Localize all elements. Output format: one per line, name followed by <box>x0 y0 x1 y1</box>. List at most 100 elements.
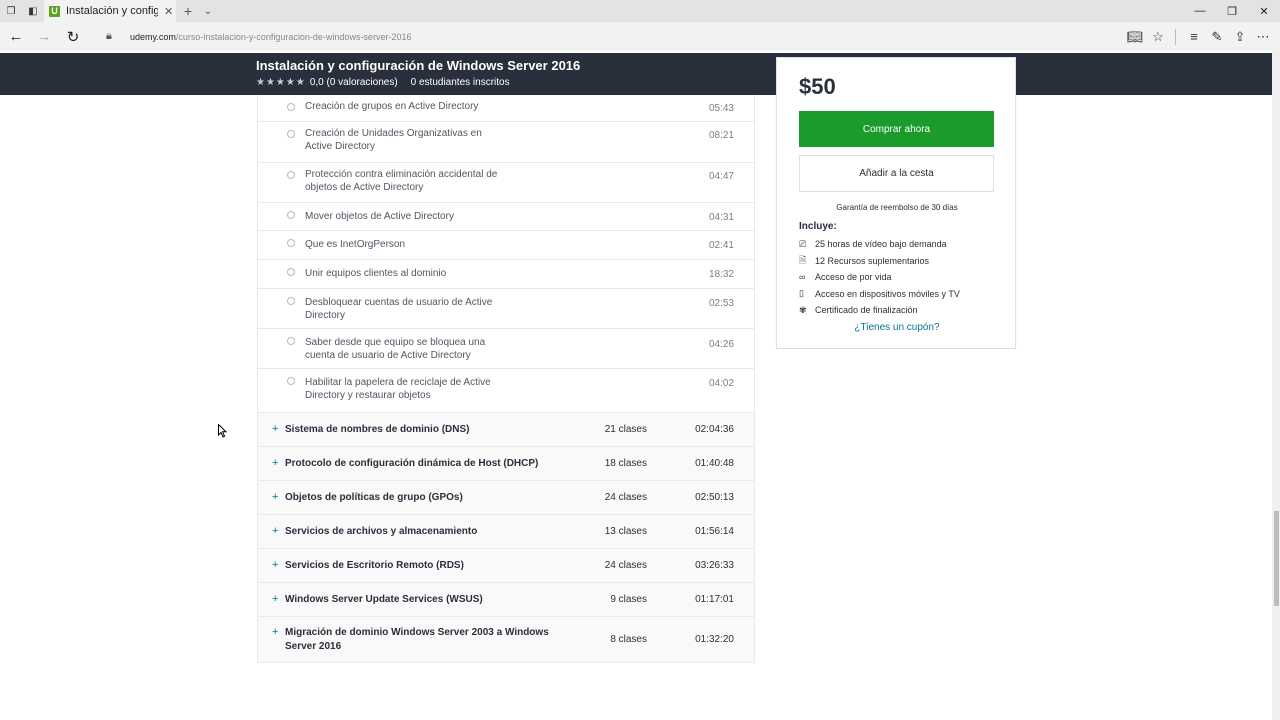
lecture-title: Desbloquear cuentas de usuario de Active… <box>305 297 493 321</box>
section-title: Sistema de nombres de dominio (DNS) <box>285 424 470 435</box>
forward-button[interactable]: → <box>30 22 58 51</box>
rating-text: 0,0 (0 valoraciones) <box>309 77 398 88</box>
play-circle-icon <box>287 377 295 385</box>
lecture-duration: 05:43 <box>708 103 734 114</box>
expand-plus-icon[interactable]: + <box>272 593 278 605</box>
lecture-item[interactable]: Habilitar la papelera de reciclaje de Ac… <box>257 369 755 413</box>
section-title: Servicios de archivos y almacenamiento <box>285 526 478 537</box>
lecture-item[interactable]: Unir equipos clientes al dominio 18:32 <box>257 260 755 289</box>
browser-tab[interactable]: U Instalación y configurac ✕ <box>44 0 176 22</box>
section-title: Servicios de Escritorio Remoto (RDS) <box>285 560 464 571</box>
tab-list-chevron-down-icon[interactable]: ⌄ <box>201 0 215 22</box>
course-title: Instalación y configuración de Windows S… <box>256 58 581 73</box>
address-bar: ← → ↻ 🔒︎ udemy.com/curso-instalacion-y-c… <box>0 22 1280 51</box>
includes-heading: Incluye: <box>799 221 837 232</box>
play-circle-icon <box>287 337 295 345</box>
play-circle-icon <box>287 103 295 111</box>
students-count: 0 estudiantes inscritos <box>410 77 510 88</box>
close-window-button[interactable]: ✕ <box>1248 0 1280 22</box>
play-circle-icon <box>287 171 295 179</box>
mobile-icon: ▯ <box>799 288 804 299</box>
tab-title: Instalación y configurac <box>66 5 158 17</box>
play-circle-icon <box>287 239 295 247</box>
expand-plus-icon[interactable]: + <box>272 525 278 537</box>
more-icon[interactable]: ⋯ <box>1252 22 1274 51</box>
section-duration: 01:40:48 <box>695 458 734 469</box>
includes-item: 🗎︎ 12 Recursos suplementarios <box>799 253 960 270</box>
close-tab-icon[interactable]: ✕ <box>164 5 173 18</box>
expand-plus-icon[interactable]: + <box>272 626 278 638</box>
lecture-duration: 08:21 <box>708 130 734 141</box>
rating-stars-icon: ★★★★★ <box>256 77 306 88</box>
section-duration: 02:50:13 <box>695 492 734 503</box>
section-title: Objetos de políticas de grupo (GPOs) <box>285 492 463 503</box>
infinity-icon: ∞ <box>799 272 806 283</box>
tabs-aside-icon[interactable]: ❐ <box>0 0 22 22</box>
refresh-button[interactable]: ↻ <box>59 22 87 51</box>
lecture-item[interactable]: Protección contra eliminación accidental… <box>257 163 755 203</box>
lecture-duration: 18:32 <box>708 269 734 280</box>
hub-icon[interactable]: ≡ <box>1183 22 1205 51</box>
course-rating: ★★★★★ 0,0 (0 valoraciones) 0 estudiantes… <box>256 77 510 88</box>
refund-guarantee: Garantía de reembolso de 30 días <box>836 203 958 212</box>
course-header-bar: Instalación y configuración de Windows S… <box>0 53 1272 95</box>
url-field[interactable]: udemy.com/curso-instalacion-y-configurac… <box>130 22 411 51</box>
lecture-title: Mover objetos de Active Directory <box>305 211 454 222</box>
section-class-count: 8 clases <box>610 634 647 645</box>
section-class-count: 9 clases <box>610 594 647 605</box>
play-circle-icon <box>287 130 295 138</box>
browser-tab-bar: ❐ ◧ U Instalación y configurac ✕ + ⌄ — ❐… <box>0 0 1280 22</box>
web-note-pen-icon[interactable]: ✎ <box>1206 22 1228 51</box>
includes-item: ∞ Acceso de por vida <box>799 269 960 286</box>
show-tabs-icon[interactable]: ◧ <box>22 0 44 22</box>
scrollbar-thumb[interactable] <box>1274 511 1279 606</box>
purchase-card: $50 Comprar ahora Añadir a la cesta Gara… <box>776 57 1016 349</box>
lecture-duration: 04:31 <box>708 212 734 223</box>
toolbar-divider <box>1175 28 1176 45</box>
buy-now-button[interactable]: Comprar ahora <box>799 111 994 147</box>
section-class-count: 18 clases <box>604 458 647 469</box>
page-scrollbar[interactable] <box>1272 51 1280 720</box>
section-row[interactable]: + Servicios de Escritorio Remoto (RDS) 2… <box>257 549 755 583</box>
includes-text: 25 horas de vídeo bajo demanda <box>815 239 947 250</box>
favorite-star-icon[interactable]: ☆ <box>1147 22 1169 51</box>
expand-plus-icon[interactable]: + <box>272 423 278 435</box>
lecture-item[interactable]: Creación de grupos en Active Directory 0… <box>257 95 755 122</box>
section-title: Windows Server Update Services (WSUS) <box>285 594 483 605</box>
expand-plus-icon[interactable]: + <box>272 559 278 571</box>
section-class-count: 21 clases <box>604 424 647 435</box>
lecture-item[interactable]: Saber desde que equipo se bloquea una cu… <box>257 329 755 369</box>
lecture-item[interactable]: Desbloquear cuentas de usuario de Active… <box>257 289 755 329</box>
reading-view-icon[interactable]: 📖︎ <box>1124 22 1146 51</box>
section-row[interactable]: + Servicios de archivos y almacenamiento… <box>257 515 755 549</box>
lecture-item[interactable]: Creación de Unidades Organizativas en Ac… <box>257 122 755 163</box>
section-row[interactable]: + Sistema de nombres de dominio (DNS) 21… <box>257 413 755 447</box>
lecture-duration: 02:53 <box>708 298 734 309</box>
section-row[interactable]: + Windows Server Update Services (WSUS) … <box>257 583 755 617</box>
expand-plus-icon[interactable]: + <box>272 457 278 469</box>
section-row[interactable]: + Objetos de políticas de grupo (GPOs) 2… <box>257 481 755 515</box>
coupon-link[interactable]: ¿Tienes un cupón? <box>777 322 1017 333</box>
includes-text: Acceso en dispositivos móviles y TV <box>815 288 960 299</box>
section-duration: 01:17:01 <box>695 594 734 605</box>
section-row[interactable]: + Migración de dominio Windows Server 20… <box>257 617 755 663</box>
minimize-button[interactable]: — <box>1184 0 1216 22</box>
curriculum: Creación de grupos en Active Directory 0… <box>257 95 755 663</box>
share-icon[interactable]: ⇪ <box>1229 22 1251 51</box>
section-row[interactable]: + Protocolo de configuración dinámica de… <box>257 447 755 481</box>
lecture-item[interactable]: Mover objetos de Active Directory 04:31 <box>257 203 755 231</box>
includes-item: ▯ Acceso en dispositivos móviles y TV <box>799 286 960 303</box>
play-circle-icon <box>287 297 295 305</box>
add-to-cart-button[interactable]: Añadir a la cesta <box>799 155 994 192</box>
restore-button[interactable]: ❐ <box>1216 0 1248 22</box>
lecture-item[interactable]: Que es InetOrgPerson 02:41 <box>257 231 755 260</box>
section-class-count: 13 clases <box>604 526 647 537</box>
back-button[interactable]: ← <box>2 22 30 51</box>
new-tab-button[interactable]: + <box>180 0 196 22</box>
includes-text: Acceso de por vida <box>815 272 892 283</box>
lecture-title: Saber desde que equipo se bloquea una cu… <box>305 337 486 361</box>
lecture-title: Creación de Unidades Organizativas en Ac… <box>305 128 482 152</box>
expand-plus-icon[interactable]: + <box>272 491 278 503</box>
play-circle-icon <box>287 268 295 276</box>
lecture-title: Unir equipos clientes al dominio <box>305 268 447 279</box>
